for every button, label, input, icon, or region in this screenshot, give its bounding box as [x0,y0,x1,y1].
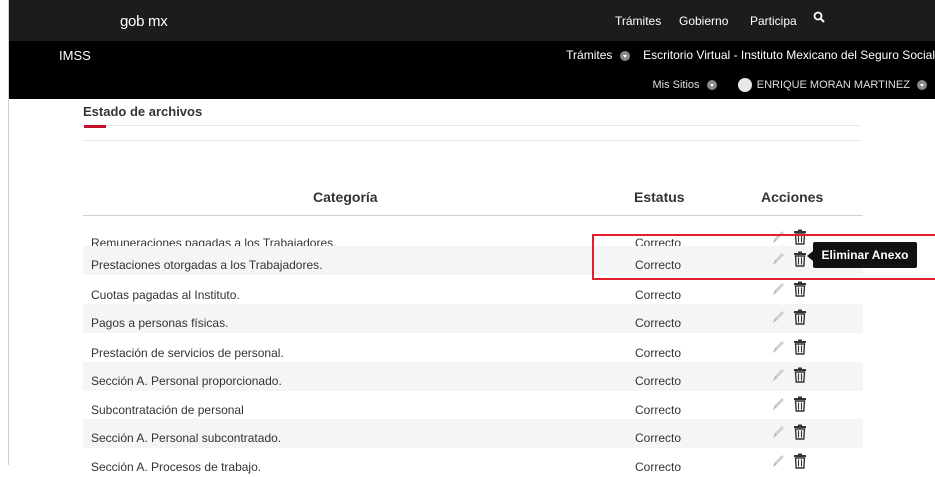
user-name: ENRIQUE MORAN MARTINEZ [756,78,910,91]
row-category: Prestaciones otorgadas a los Trabajadore… [91,258,323,272]
divider [83,125,861,126]
delete-icon[interactable] [793,453,807,469]
window-frame-edge [0,0,9,465]
table-row: Cuotas pagadas al Instituto. Correcto [83,276,863,305]
mis-sitios-menu[interactable]: Mis Sitios [652,79,723,91]
delete-icon[interactable] [793,424,807,440]
user-bar: Mis Sitios ENRIQUE MORAN MARTINEZ [652,78,931,92]
column-header-actions: Acciones [761,189,824,205]
nav-participa[interactable]: Participa [750,14,797,28]
table-row: Pagos a personas físicas. Correcto [83,304,863,333]
tooltip: Eliminar Anexo [807,242,917,268]
avatar [737,78,752,92]
edit-icon[interactable] [771,453,785,469]
row-status: Correcto [635,460,682,474]
row-category: Prestación de servicios de personal. [91,346,284,360]
table-row: Sección A. Procesos de trabajo. Correcto [83,448,863,477]
row-category: Sección A. Personal subcontratado. [91,431,282,445]
edit-icon[interactable] [771,424,785,440]
row-category: Sección A. Personal proporcionado. [91,374,282,388]
gob-logo[interactable]: gob mx [120,13,168,30]
tramites-menu-label: Trámites [566,48,613,62]
divider [83,215,863,216]
user-menu[interactable]: ENRIQUE MORAN MARTINEZ [724,78,931,92]
table-row: Sección A. Personal subcontratado. Correc… [83,419,863,448]
row-status: Correcto [635,431,682,445]
chevron-down-icon [917,80,927,90]
delete-icon[interactable] [793,396,807,412]
imss-title[interactable]: IMSS [59,48,91,63]
delete-icon[interactable] [793,367,807,383]
row-category: Sección A. Procesos de trabajo. [91,460,262,474]
chevron-down-icon [619,50,630,61]
portal-title: Escritorio Virtual - Instituto Mexicano … [643,48,935,62]
edit-icon[interactable] [771,396,785,412]
row-status: Correcto [635,316,682,330]
title-accent-bar [84,125,106,128]
row-status: Correcto [635,403,682,417]
row-category: Cuotas pagadas al Instituto. [91,288,240,302]
column-header-status: Estatus [634,189,685,205]
imss-breadcrumb: Trámites Escritorio Virtual - Instituto … [566,48,935,62]
table-row: Prestación de servicios de personal. Corr… [83,334,863,363]
imss-header: IMSS Trámites Escritorio Virtual - Insti… [9,41,935,99]
row-status: Correcto [635,288,682,302]
row-status: Correcto [635,374,682,388]
table-row: Sección A. Personal proporcionado. Correc… [83,362,863,391]
mis-sitios-label: Mis Sitios [652,78,700,91]
delete-icon[interactable] [793,281,807,297]
edit-icon[interactable] [771,309,785,325]
nav-gobierno[interactable]: Gobierno [679,14,728,28]
edit-icon[interactable] [771,281,785,297]
gob-header: gob mx Trámites Gobierno Participa [9,0,935,41]
row-category: Subcontratación de personal [91,403,244,417]
delete-icon[interactable] [793,339,807,355]
divider [83,140,861,141]
search-icon[interactable] [813,11,825,26]
column-header-category: Categoría [313,189,378,205]
delete-icon[interactable] [793,309,807,325]
edit-icon[interactable] [771,339,785,355]
nav-tramites[interactable]: Trámites [615,14,661,28]
page-title: Estado de archivos [83,104,203,119]
table-row: Subcontratación de personal Correcto [83,391,863,420]
chevron-down-icon [706,80,717,90]
row-status: Correcto [635,346,682,360]
tramites-menu[interactable]: Trámites [566,48,637,62]
row-category: Pagos a personas físicas. [91,316,229,330]
edit-icon[interactable] [771,367,785,383]
